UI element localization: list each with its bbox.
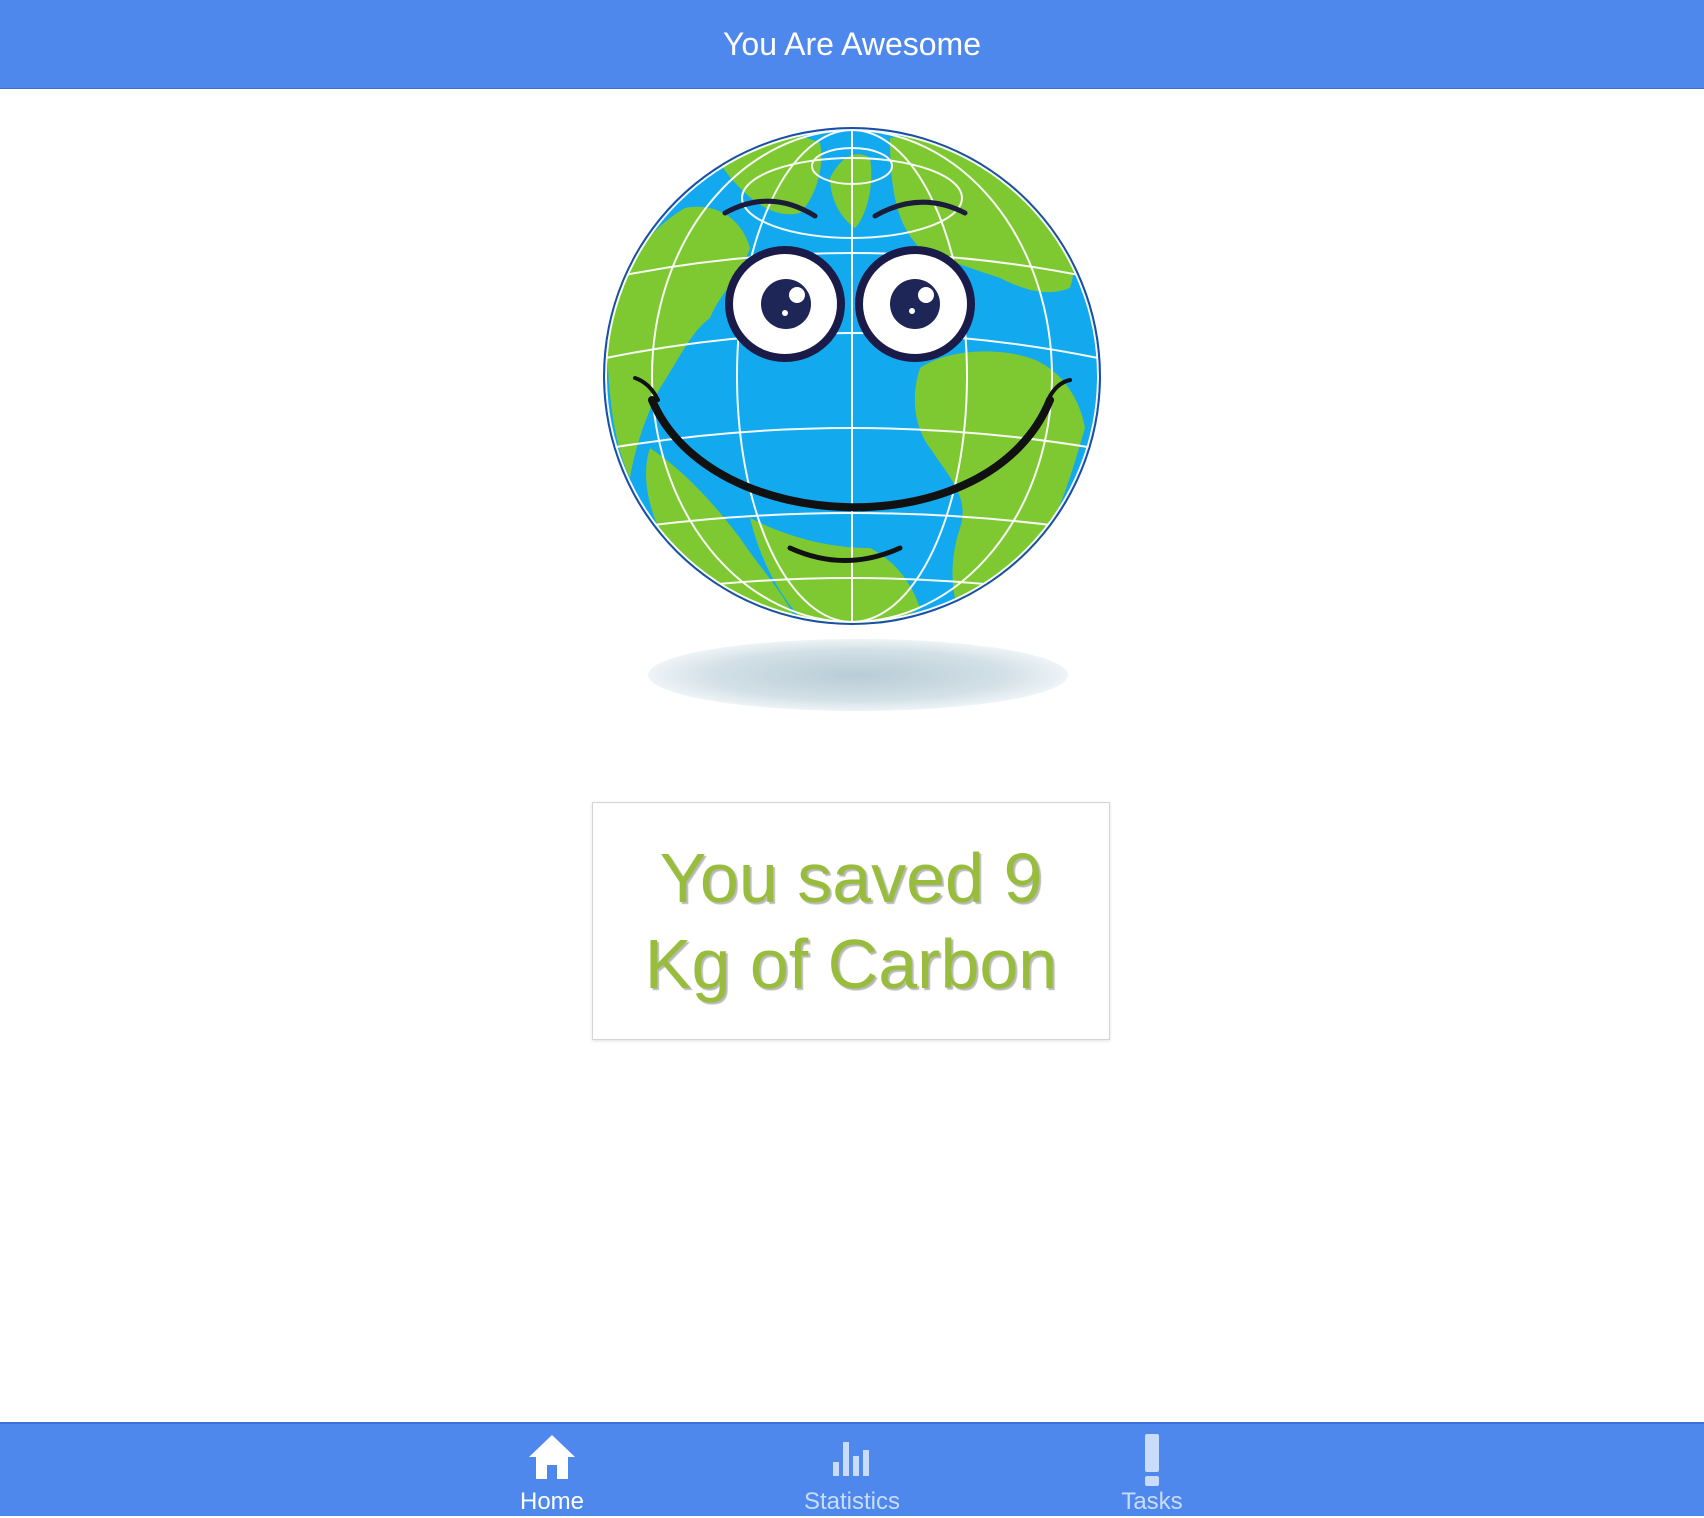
globe-mascot bbox=[590, 118, 1114, 718]
tab-home-label: Home bbox=[519, 1488, 585, 1515]
exclamation-icon bbox=[1127, 1432, 1177, 1493]
carbon-saved-line-2: Kg of Carbon bbox=[644, 925, 1058, 1003]
tab-home[interactable]: Home bbox=[452, 1424, 652, 1518]
carbon-saved-card: You saved 9 Kg of Carbon bbox=[592, 802, 1110, 1040]
app-header: You Are Awesome bbox=[0, 0, 1704, 89]
tab-statistics-label: Statistics bbox=[803, 1488, 901, 1515]
globe-shadow bbox=[648, 639, 1068, 711]
carbon-saved-line-1: You saved 9 bbox=[659, 839, 1043, 917]
tab-tasks-label: Tasks bbox=[1121, 1488, 1183, 1515]
page-title: You Are Awesome bbox=[723, 25, 981, 62]
home-icon bbox=[527, 1432, 577, 1487]
smiling-globe-icon bbox=[603, 127, 1101, 711]
bottom-tab-bar: Home Statistics Tasks bbox=[0, 1422, 1704, 1516]
tab-statistics[interactable]: Statistics bbox=[752, 1424, 952, 1518]
bar-chart-icon bbox=[827, 1432, 877, 1487]
tab-tasks[interactable]: Tasks bbox=[1052, 1424, 1252, 1518]
